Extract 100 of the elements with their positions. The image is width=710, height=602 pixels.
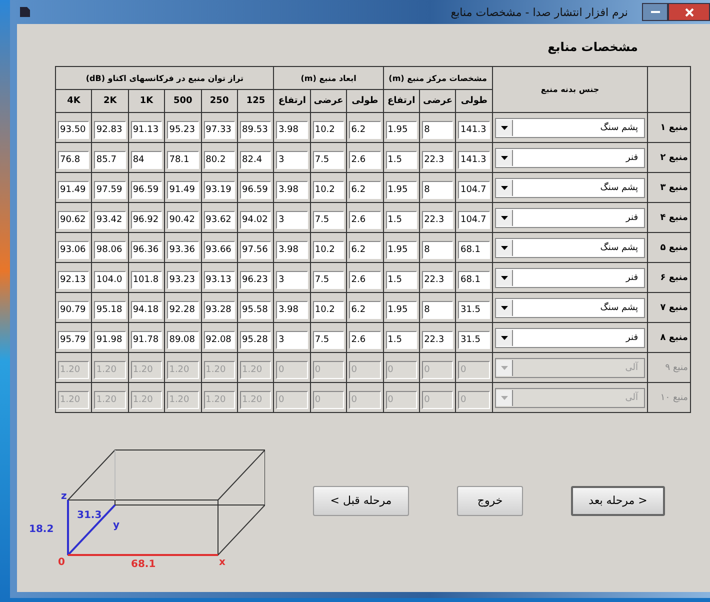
center-field[interactable]: 8 [422, 180, 454, 198]
dimension-field[interactable]: 3.98 [276, 300, 308, 318]
nav-button[interactable]: مرحله قبل > [313, 486, 409, 516]
dimension-field[interactable]: 6.2 [349, 180, 381, 198]
dimension-field[interactable]: 3 [276, 150, 308, 168]
center-field[interactable]: 31.5 [458, 300, 490, 318]
center-field[interactable]: 1.95 [386, 240, 418, 258]
level-field[interactable]: 95.28 [240, 330, 272, 348]
dimension-field[interactable]: 7.5 [312, 270, 344, 288]
dimension-field[interactable]: 10.2 [312, 240, 344, 258]
center-field[interactable]: 22.3 [422, 150, 454, 168]
dimension-field[interactable]: 6.2 [349, 300, 381, 318]
center-field[interactable]: 1.5 [386, 330, 418, 348]
center-field[interactable]: 141.3 [458, 120, 490, 138]
center-field[interactable]: 1.95 [386, 120, 418, 138]
level-field[interactable]: 93.28 [204, 300, 236, 318]
level-field[interactable]: 92.83 [94, 120, 126, 138]
level-field[interactable]: 91.98 [94, 330, 126, 348]
dimension-field[interactable]: 2.6 [349, 210, 381, 228]
nav-button[interactable]: خروج [457, 486, 523, 516]
level-field[interactable]: 91.49 [167, 180, 199, 198]
material-dropdown[interactable]: فنر [495, 328, 645, 348]
level-field[interactable]: 92.08 [204, 330, 236, 348]
level-field[interactable]: 90.62 [58, 210, 90, 228]
level-field[interactable]: 95.79 [58, 330, 90, 348]
level-field[interactable]: 91.13 [130, 120, 162, 138]
center-field[interactable]: 31.5 [458, 330, 490, 348]
level-field[interactable]: 93.62 [204, 210, 236, 228]
material-dropdown[interactable]: فنر [495, 208, 645, 228]
center-field[interactable]: 1.5 [386, 270, 418, 288]
material-dropdown[interactable]: پشم سنگ [495, 238, 645, 258]
level-field[interactable]: 98.06 [94, 240, 126, 258]
center-field[interactable]: 8 [422, 300, 454, 318]
level-field[interactable]: 80.2 [204, 150, 236, 168]
material-dropdown[interactable]: فنر [495, 148, 645, 168]
level-field[interactable]: 90.79 [58, 300, 90, 318]
dimension-field[interactable]: 7.5 [312, 210, 344, 228]
dimension-field[interactable]: 3 [276, 210, 308, 228]
level-field[interactable]: 94.18 [130, 300, 162, 318]
dimension-field[interactable]: 6.2 [349, 240, 381, 258]
level-field[interactable]: 93.66 [204, 240, 236, 258]
dimension-field[interactable]: 10.2 [312, 120, 344, 138]
level-field[interactable]: 93.50 [58, 120, 90, 138]
center-field[interactable]: 22.3 [422, 330, 454, 348]
dimension-field[interactable]: 6.2 [349, 120, 381, 138]
center-field[interactable]: 68.1 [458, 240, 490, 258]
dimension-field[interactable]: 3 [276, 270, 308, 288]
level-field[interactable]: 93.13 [204, 270, 236, 288]
center-field[interactable]: 1.5 [386, 210, 418, 228]
material-dropdown[interactable]: فنر [495, 268, 645, 288]
level-field[interactable]: 95.23 [167, 120, 199, 138]
level-field[interactable]: 92.28 [167, 300, 199, 318]
center-field[interactable]: 68.1 [458, 270, 490, 288]
level-field[interactable]: 95.58 [240, 300, 272, 318]
level-field[interactable]: 93.06 [58, 240, 90, 258]
level-field[interactable]: 97.33 [204, 120, 236, 138]
dimension-field[interactable]: 10.2 [312, 180, 344, 198]
level-field[interactable]: 93.42 [94, 210, 126, 228]
level-field[interactable]: 94.02 [240, 210, 272, 228]
level-field[interactable]: 93.36 [167, 240, 199, 258]
level-field[interactable]: 85.7 [94, 150, 126, 168]
level-field[interactable]: 96.92 [130, 210, 162, 228]
level-field[interactable]: 90.42 [167, 210, 199, 228]
level-field[interactable]: 89.53 [240, 120, 272, 138]
dimension-field[interactable]: 10.2 [312, 300, 344, 318]
center-field[interactable]: 22.3 [422, 210, 454, 228]
center-field[interactable]: 8 [422, 120, 454, 138]
level-field[interactable]: 82.4 [240, 150, 272, 168]
level-field[interactable]: 95.18 [94, 300, 126, 318]
level-field[interactable]: 91.78 [130, 330, 162, 348]
material-dropdown[interactable]: پشم سنگ [495, 178, 645, 198]
dimension-field[interactable]: 7.5 [312, 330, 344, 348]
level-field[interactable]: 96.59 [240, 180, 272, 198]
dimension-field[interactable]: 2.6 [349, 330, 381, 348]
level-field[interactable]: 76.8 [58, 150, 90, 168]
level-field[interactable]: 92.13 [58, 270, 90, 288]
center-field[interactable]: 104.7 [458, 180, 490, 198]
close-button[interactable] [668, 3, 710, 21]
dimension-field[interactable]: 3.98 [276, 240, 308, 258]
dimension-field[interactable]: 3.98 [276, 180, 308, 198]
level-field[interactable]: 101.8 [130, 270, 162, 288]
level-field[interactable]: 97.59 [94, 180, 126, 198]
level-field[interactable]: 78.1 [167, 150, 199, 168]
material-dropdown[interactable]: پشم سنگ [495, 118, 645, 138]
center-field[interactable]: 141.3 [458, 150, 490, 168]
level-field[interactable]: 96.23 [240, 270, 272, 288]
minimize-button[interactable] [642, 3, 668, 21]
dimension-field[interactable]: 2.6 [349, 270, 381, 288]
dimension-field[interactable]: 2.6 [349, 150, 381, 168]
center-field[interactable]: 1.5 [386, 150, 418, 168]
center-field[interactable]: 22.3 [422, 270, 454, 288]
dimension-field[interactable]: 3.98 [276, 120, 308, 138]
dimension-field[interactable]: 7.5 [312, 150, 344, 168]
level-field[interactable]: 97.56 [240, 240, 272, 258]
level-field[interactable]: 96.36 [130, 240, 162, 258]
nav-button[interactable]: < مرحله بعد [571, 486, 665, 516]
dimension-field[interactable]: 3 [276, 330, 308, 348]
level-field[interactable]: 96.59 [130, 180, 162, 198]
level-field[interactable]: 91.49 [58, 180, 90, 198]
center-field[interactable]: 8 [422, 240, 454, 258]
